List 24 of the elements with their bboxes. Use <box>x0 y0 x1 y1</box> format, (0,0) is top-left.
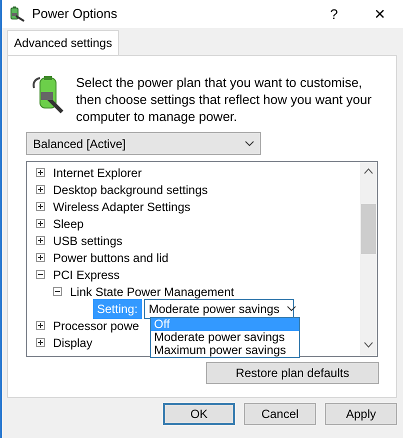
tree-item[interactable]: PCI Express <box>53 266 120 284</box>
dropdown-option[interactable]: Maximum power savings <box>151 344 299 357</box>
restore-defaults-button[interactable]: Restore plan defaults <box>206 362 379 384</box>
dropdown-option[interactable]: Moderate power savings <box>151 331 299 344</box>
plan-dropdown[interactable]: Balanced [Active] <box>26 132 261 155</box>
tree-item[interactable]: Link State Power Management <box>70 282 234 300</box>
tree-item[interactable]: Processor powe <box>53 316 140 334</box>
tree-item[interactable]: Internet Explorer <box>53 164 142 182</box>
intro-text: Select the power plan that you want to customise, then choose settings that reflect how you want your computer to manage power. <box>76 74 373 126</box>
setting-dropdown[interactable]: Moderate power savings <box>144 298 294 318</box>
tree-item[interactable]: Display <box>53 334 92 352</box>
tree-item[interactable]: Wireless Adapter Settings <box>53 198 190 216</box>
tree-item[interactable]: USB settings <box>53 232 122 250</box>
tab[interactable]: Advanced settings <box>7 30 120 56</box>
tree-item[interactable]: Power buttons and lid <box>53 248 168 266</box>
dialog-button[interactable]: Apply <box>325 403 397 425</box>
tree-item[interactable]: Desktop background settings <box>53 180 208 198</box>
help-button[interactable]: ? <box>311 4 357 24</box>
dialog-button[interactable]: Cancel <box>244 403 316 425</box>
close-button[interactable]: ✕ <box>357 4 403 24</box>
setting-label: Setting: <box>93 298 142 318</box>
window-title: Power Options <box>32 5 118 24</box>
tree-item[interactable]: Sleep <box>53 214 84 232</box>
dialog-button[interactable]: OK <box>163 403 235 425</box>
